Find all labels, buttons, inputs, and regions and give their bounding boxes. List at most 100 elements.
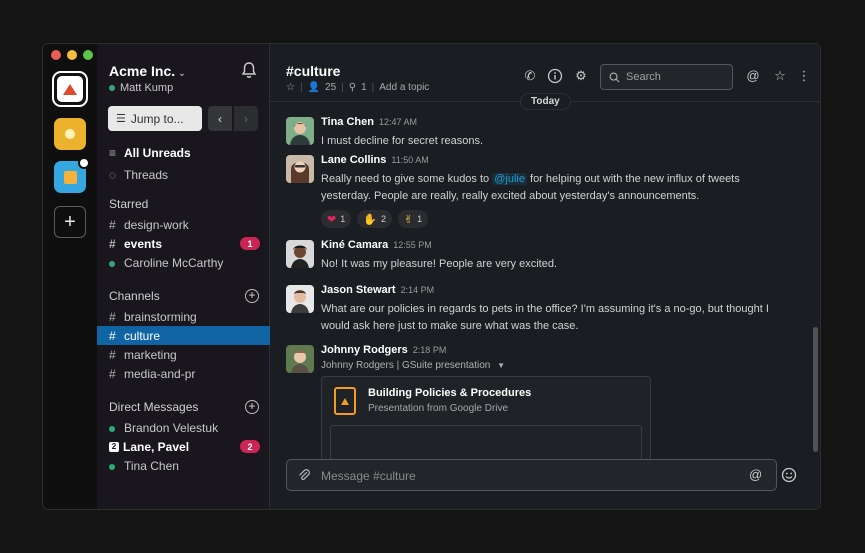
bell-icon[interactable] xyxy=(240,61,258,79)
timestamp[interactable]: 11:50 AM xyxy=(391,155,428,165)
plus-icon: + xyxy=(64,211,76,233)
sidebar-item-media-and-pr[interactable]: # media-and-pr xyxy=(97,364,270,383)
message-author[interactable]: Johnny Rodgers 2:18 PM xyxy=(321,344,446,356)
avatar[interactable] xyxy=(286,345,314,373)
sidebar-item-all-unreads[interactable]: ≡ All Unreads xyxy=(97,143,270,162)
google-slides-icon xyxy=(334,387,356,415)
reaction-clap[interactable]: ✋ 2 xyxy=(357,210,392,228)
channels-header[interactable]: Channels xyxy=(109,289,160,303)
avatar[interactable] xyxy=(286,155,314,183)
sidebar-item-design-work[interactable]: # design-work xyxy=(97,215,270,234)
sidebar-item-caroline-mccarthy[interactable]: Caroline McCarthy xyxy=(97,253,270,272)
star-outline-icon[interactable]: ☆ xyxy=(772,68,788,84)
threads-icon: ◌ xyxy=(109,167,117,182)
forward-button[interactable]: › xyxy=(234,106,258,131)
members-icon[interactable]: 👤 xyxy=(308,82,320,93)
message-author[interactable]: Lane Collins 11:50 AM xyxy=(321,154,429,166)
direct-messages-header[interactable]: Direct Messages xyxy=(109,400,198,414)
workspace-rail: + xyxy=(43,44,97,509)
more-vertical-icon[interactable]: ⋮ xyxy=(796,68,812,84)
mention-icon[interactable]: @ xyxy=(749,467,765,483)
heart-icon: ❤ xyxy=(327,213,337,226)
maximize-window-button[interactable] xyxy=(83,50,93,60)
avatar[interactable] xyxy=(286,285,314,313)
message-input[interactable]: Message #culture xyxy=(321,469,416,483)
divider: | xyxy=(299,82,303,93)
reactions: ❤ 1 ✋ 2 ✌ 1 xyxy=(321,210,429,228)
message-author[interactable]: Jason Stewart 2:14 PM xyxy=(321,284,434,296)
sidebar-item-culture[interactable]: # culture xyxy=(97,326,270,345)
workspace-blue[interactable] xyxy=(54,157,90,193)
sidebar-item-brandon-velestuk[interactable]: Brandon Velestuk xyxy=(97,418,270,437)
add-workspace-button[interactable]: + xyxy=(54,206,86,238)
user-mention[interactable]: @julie xyxy=(492,173,527,185)
presence-online-icon xyxy=(109,85,115,91)
sidebar-item-label: Threads xyxy=(124,167,169,182)
pin-count[interactable]: 1 xyxy=(361,82,367,93)
reaction-count: 2 xyxy=(380,214,386,224)
reaction-count: 1 xyxy=(417,214,423,224)
workspace-yellow[interactable] xyxy=(54,118,86,150)
file-title[interactable]: Building Policies & Procedures xyxy=(368,387,531,399)
message-text: What are our policies in regards to pets… xyxy=(321,303,769,332)
add-channel-button[interactable]: + xyxy=(245,289,259,303)
sidebar-item-tina-chen[interactable]: Tina Chen xyxy=(97,456,270,475)
sidebar-item-brainstorming[interactable]: # brainstorming xyxy=(97,307,270,326)
avatar[interactable] xyxy=(286,240,314,268)
author-name: Tina Chen xyxy=(321,116,374,128)
sidebar-item-label: All Unreads xyxy=(124,145,191,160)
channel-sidebar: Acme Inc. ⌄ Matt Kump ☰ Jump to... ‹ › ≡ A… xyxy=(97,44,270,509)
presence-online-icon xyxy=(109,256,123,270)
message-author[interactable]: Kiné Camara 12:55 PM xyxy=(321,239,432,251)
attachment-source[interactable]: Johnny Rodgers | GSuite presentation ▼ xyxy=(321,360,505,371)
file-card[interactable]: Building Policies & Procedures Presentat… xyxy=(321,376,651,466)
caret-down-icon: ▼ xyxy=(497,361,506,370)
presence-online-icon xyxy=(109,421,123,435)
reaction-heart[interactable]: ❤ 1 xyxy=(321,210,352,228)
chevron-left-icon: ‹ xyxy=(218,111,222,126)
sidebar-item-threads[interactable]: ◌ Threads xyxy=(97,165,270,184)
channel-view: #culture ☆ | 👤 25 | ⚲ 1 | Add a topic ✆ ⚙ … xyxy=(270,44,820,509)
sidebar-item-label: media-and-pr xyxy=(124,366,196,381)
timestamp[interactable]: 12:47 AM xyxy=(379,117,417,127)
gear-icon[interactable]: ⚙ xyxy=(573,68,589,84)
victory-hand-icon: ✌ xyxy=(403,213,414,226)
message-composer[interactable]: Message #culture @ xyxy=(286,459,797,491)
star-outline-icon[interactable]: ☆ xyxy=(286,82,295,93)
group-dm-icon: 2 xyxy=(109,441,119,452)
timestamp[interactable]: 12:55 PM xyxy=(393,240,432,250)
close-window-button[interactable] xyxy=(51,50,61,60)
sidebar-item-label: Brandon Velestuk xyxy=(124,420,219,435)
message-author[interactable]: Tina Chen 12:47 AM xyxy=(321,116,417,128)
minimize-window-button[interactable] xyxy=(67,50,77,60)
scrollbar[interactable] xyxy=(813,327,818,452)
add-dm-button[interactable]: + xyxy=(245,400,259,414)
team-name-menu[interactable]: Acme Inc. ⌄ xyxy=(109,63,186,79)
timestamp[interactable]: 2:18 PM xyxy=(413,345,447,355)
back-button[interactable]: ‹ xyxy=(208,106,232,131)
workspace-acme[interactable] xyxy=(52,71,88,107)
emoji-icon[interactable] xyxy=(781,467,797,483)
avatar[interactable] xyxy=(286,117,314,145)
hash-icon: # xyxy=(109,347,116,362)
jump-to-button[interactable]: ☰ Jump to... xyxy=(108,106,202,131)
info-icon[interactable] xyxy=(547,68,563,84)
reaction-victory[interactable]: ✌ 1 xyxy=(397,210,429,228)
channel-title[interactable]: #culture xyxy=(286,63,340,79)
divider: | xyxy=(371,82,375,93)
timestamp[interactable]: 2:14 PM xyxy=(401,285,435,295)
starred-header[interactable]: Starred xyxy=(109,197,148,211)
phone-icon[interactable]: ✆ xyxy=(522,68,538,84)
sidebar-item-label: design-work xyxy=(124,217,189,232)
pin-icon[interactable]: ⚲ xyxy=(349,82,356,93)
author-name: Lane Collins xyxy=(321,154,387,166)
hash-icon: # xyxy=(109,309,116,324)
search-input[interactable]: Search xyxy=(600,64,733,90)
paperclip-icon[interactable] xyxy=(297,468,311,482)
hash-icon: # xyxy=(109,328,116,343)
member-count[interactable]: 25 xyxy=(325,82,336,93)
sidebar-item-marketing[interactable]: # marketing xyxy=(97,345,270,364)
mentions-icon[interactable]: @ xyxy=(745,68,761,84)
add-topic-link[interactable]: Add a topic xyxy=(379,82,429,93)
hash-icon: # xyxy=(109,217,116,232)
